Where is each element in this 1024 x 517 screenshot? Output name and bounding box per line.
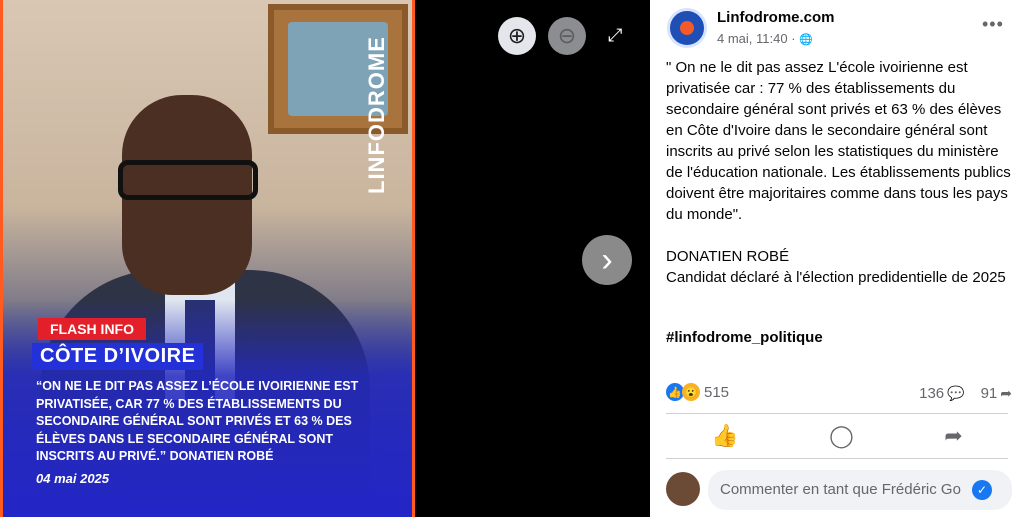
globe-icon: 🌐 xyxy=(799,34,813,46)
post-actions: 👍 ◯ ➦ xyxy=(666,418,1008,454)
linfodrome-logo: LINFODROME xyxy=(364,36,389,194)
verified-icon[interactable]: ✓ xyxy=(972,480,992,500)
photo-quote: “ON NE LE DIT PAS ASSEZ L’ÉCOLE IVOIRIEN… xyxy=(36,379,359,463)
zoom-in-icon: ⊕ xyxy=(507,23,527,48)
page-name[interactable]: Linfodrome.com xyxy=(717,9,835,26)
flash-info-badge: FLASH INFO xyxy=(38,318,146,340)
share-button[interactable]: ➦ xyxy=(944,423,962,449)
post-timestamp[interactable]: 4 mai, 11:40 · 🌐 xyxy=(717,31,813,46)
wow-reaction-icon: 😮 xyxy=(682,383,700,401)
comment-count-link[interactable]: 136 💬 xyxy=(919,385,964,402)
comment-count-icon: 💬 xyxy=(947,385,965,401)
zoom-out-button[interactable]: ⊖ xyxy=(548,17,586,55)
post-photo[interactable]: LINFODROME FLASH INFO CÔTE D’IVOIRE “ON … xyxy=(0,0,415,517)
divider xyxy=(666,458,1008,459)
more-options-icon[interactable]: ••• xyxy=(982,14,1004,35)
hashtag-link[interactable]: #linfodrome_politique xyxy=(666,329,823,346)
like-button[interactable]: 👍 xyxy=(711,423,738,449)
commenter-avatar[interactable] xyxy=(666,472,700,506)
engagement-counts: 136 💬 91 ➦ xyxy=(919,385,1012,402)
share-count-link[interactable]: 91 ➦ xyxy=(981,385,1012,402)
expand-icon[interactable]: ⤢ xyxy=(608,25,628,45)
next-photo-button[interactable]: › xyxy=(582,235,632,285)
country-label: CÔTE D’IVOIRE xyxy=(32,343,204,370)
reactions-summary[interactable]: 👍 😮 515 xyxy=(666,383,729,401)
comment-button[interactable]: ◯ xyxy=(829,423,854,449)
divider xyxy=(666,413,1008,414)
chevron-right-icon: › xyxy=(601,240,613,279)
post-text: " On ne le dit pas assez L'école ivoirie… xyxy=(666,59,1011,286)
share-count-icon: ➦ xyxy=(1000,385,1012,401)
page-avatar[interactable] xyxy=(667,8,707,48)
glasses xyxy=(118,160,258,200)
reaction-count: 515 xyxy=(704,383,730,401)
zoom-out-icon: ⊖ xyxy=(557,23,577,48)
post-panel: Linfodrome.com 4 mai, 11:40 · 🌐 ••• " On… xyxy=(650,0,1024,517)
photo-date: 04 mai 2025 xyxy=(36,471,110,486)
zoom-in-button[interactable]: ⊕ xyxy=(498,17,536,55)
photo-viewer: LINFODROME FLASH INFO CÔTE D’IVOIRE “ON … xyxy=(0,0,650,517)
comment-input[interactable]: Commenter en tant que Frédéric Go xyxy=(708,470,1012,510)
